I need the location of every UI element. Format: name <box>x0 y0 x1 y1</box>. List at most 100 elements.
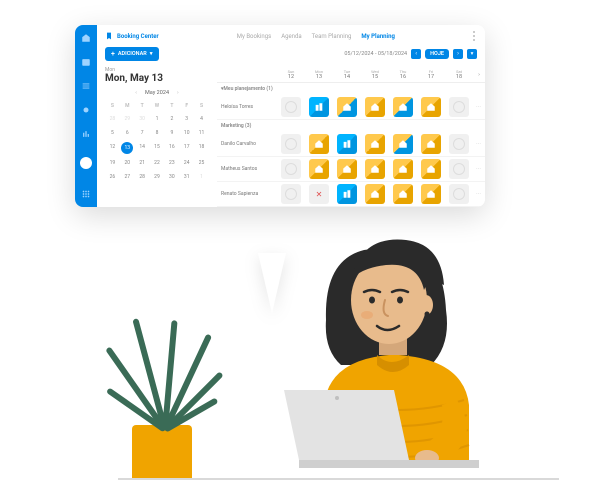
more-menu-icon[interactable] <box>473 31 477 41</box>
calendar-day[interactable]: 30 <box>135 112 150 126</box>
planning-slot[interactable] <box>277 157 305 181</box>
calendar-day[interactable]: 19 <box>105 156 120 170</box>
calendar-day[interactable]: 29 <box>150 170 165 184</box>
calendar-day[interactable]: 14 <box>135 140 150 156</box>
calendar-day[interactable]: 6 <box>120 126 135 140</box>
tab-my-planning[interactable]: My Planning <box>361 33 395 40</box>
calendar-day[interactable]: 7 <box>135 126 150 140</box>
planning-slot[interactable] <box>417 132 445 156</box>
home-tile[interactable] <box>421 159 441 179</box>
tab-team-planning[interactable]: Team Planning <box>312 33 352 40</box>
calendar-day[interactable]: 25 <box>194 156 209 170</box>
planning-slot[interactable] <box>333 157 361 181</box>
calendar-day[interactable]: 13 <box>121 142 133 154</box>
calendar-day[interactable]: 11 <box>194 126 209 140</box>
calendar-day[interactable]: 22 <box>150 156 165 170</box>
planning-slot[interactable] <box>277 95 305 119</box>
calendar-day[interactable]: 27 <box>120 170 135 184</box>
scroll-right-icon[interactable]: › <box>473 67 485 82</box>
home-blue-tile[interactable] <box>337 97 357 117</box>
chart-icon[interactable] <box>81 129 91 139</box>
planning-slot[interactable] <box>445 132 473 156</box>
row-menu-icon[interactable]: ⋯ <box>473 104 485 110</box>
home-tile[interactable] <box>337 159 357 179</box>
user-avatar-icon[interactable] <box>80 157 92 169</box>
planning-slot[interactable] <box>305 95 333 119</box>
calendar-day[interactable]: 23 <box>164 156 179 170</box>
calendar-day[interactable]: 1 <box>194 170 209 184</box>
planning-slot[interactable] <box>417 157 445 181</box>
calendar-day[interactable]: 5 <box>105 126 120 140</box>
blank-tile[interactable] <box>449 134 469 154</box>
tab-agenda[interactable]: Agenda <box>281 33 301 40</box>
home-tile[interactable] <box>365 97 385 117</box>
calendar-day[interactable]: 28 <box>135 170 150 184</box>
calendar-day[interactable]: 29 <box>120 112 135 126</box>
prev-week-button[interactable]: ‹ <box>411 49 421 59</box>
home-tile[interactable] <box>393 159 413 179</box>
calendar-day[interactable]: 16 <box>164 140 179 156</box>
tab-my-bookings[interactable]: My Bookings <box>237 33 271 40</box>
calendar-day[interactable]: 28 <box>105 112 120 126</box>
calendar-day[interactable]: 9 <box>164 126 179 140</box>
calendar-day[interactable]: 20 <box>120 156 135 170</box>
calendar-icon[interactable] <box>81 57 91 67</box>
next-week-button[interactable]: › <box>453 49 463 59</box>
planning-slot[interactable] <box>389 132 417 156</box>
planning-slot[interactable] <box>389 157 417 181</box>
row-menu-icon[interactable]: ⋯ <box>473 166 485 172</box>
calendar-day[interactable]: 15 <box>150 140 165 156</box>
home-blue-tile[interactable] <box>393 134 413 154</box>
row-menu-icon[interactable]: ⋯ <box>473 191 485 197</box>
calendar-day[interactable]: 2 <box>164 112 179 126</box>
calendar-day[interactable]: 18 <box>194 140 209 156</box>
calendar-day[interactable]: 8 <box>150 126 165 140</box>
list-icon[interactable] <box>81 81 91 91</box>
planning-slot[interactable] <box>305 132 333 156</box>
planning-slot[interactable] <box>361 95 389 119</box>
calendar-day[interactable]: 31 <box>179 170 194 184</box>
planning-slot[interactable] <box>333 95 361 119</box>
office-tile[interactable] <box>337 134 357 154</box>
group-label[interactable]: Marketing (3) <box>217 120 485 132</box>
calendar-grid[interactable]: SMTWTFS282930123456789101112131415161718… <box>105 100 209 184</box>
row-menu-icon[interactable]: ⋯ <box>473 141 485 147</box>
home-tile[interactable] <box>421 97 441 117</box>
calendar-day[interactable]: 4 <box>194 112 209 126</box>
calendar-day[interactable]: 3 <box>179 112 194 126</box>
blank-tile[interactable] <box>281 97 301 117</box>
calendar-day[interactable]: 17 <box>179 140 194 156</box>
home-tile[interactable] <box>309 134 329 154</box>
planning-slot[interactable] <box>333 132 361 156</box>
planning-slot[interactable] <box>417 95 445 119</box>
cal-next-month[interactable]: › <box>177 90 179 96</box>
calendar-day[interactable]: 30 <box>164 170 179 184</box>
home-blue-tile[interactable] <box>393 97 413 117</box>
calendar-day[interactable]: 10 <box>179 126 194 140</box>
office-tile[interactable] <box>309 97 329 117</box>
calendar-day[interactable]: 1 <box>150 112 165 126</box>
group-label[interactable]: ▾Meu planejamento (1) <box>217 83 485 95</box>
calendar-day[interactable]: 26 <box>105 170 120 184</box>
planning-slot[interactable] <box>361 132 389 156</box>
date-range-label[interactable]: 05/12/2024 - 05/18/2024 <box>344 51 407 57</box>
blank-tile[interactable] <box>281 159 301 179</box>
blank-tile[interactable] <box>449 159 469 179</box>
planning-slot[interactable] <box>445 157 473 181</box>
location-icon[interactable] <box>81 105 91 115</box>
blank-tile[interactable] <box>281 134 301 154</box>
today-button[interactable]: HOJE <box>425 49 449 59</box>
calendar-day[interactable]: 24 <box>179 156 194 170</box>
calendar-day[interactable]: 12 <box>105 140 120 156</box>
add-button[interactable]: + ADICIONAR ▾ <box>105 47 159 61</box>
apps-icon[interactable] <box>81 189 91 199</box>
planning-slot[interactable] <box>361 157 389 181</box>
home-tile[interactable] <box>421 134 441 154</box>
planning-slot[interactable] <box>305 157 333 181</box>
home-tile[interactable] <box>309 159 329 179</box>
blank-tile[interactable] <box>449 97 469 117</box>
home-tile[interactable] <box>365 134 385 154</box>
home-tile[interactable] <box>365 159 385 179</box>
home-icon[interactable] <box>81 33 91 43</box>
planning-slot[interactable] <box>277 132 305 156</box>
